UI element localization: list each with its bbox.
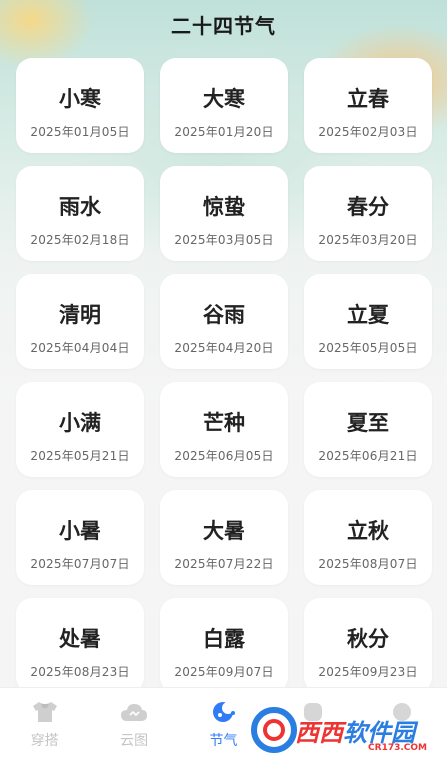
- term-card[interactable]: 小满 2025年05月21日: [16, 382, 144, 477]
- term-card[interactable]: 谷雨 2025年04月20日: [160, 274, 288, 369]
- term-card[interactable]: 惊蛰 2025年03月05日: [160, 166, 288, 261]
- term-card[interactable]: 立夏 2025年05月05日: [304, 274, 432, 369]
- watermark-domain: CR173.COM: [368, 743, 427, 753]
- term-card[interactable]: 秋分 2025年09月23日: [304, 598, 432, 693]
- watermark-logo-icon: [251, 707, 297, 753]
- watermark-brand: 西西: [295, 718, 343, 747]
- term-name: 春分: [347, 195, 389, 219]
- term-name: 立秋: [347, 519, 389, 543]
- term-name: 处暑: [59, 627, 101, 651]
- cloud-icon: [119, 700, 149, 724]
- term-date: 2025年09月07日: [174, 665, 274, 679]
- term-name: 大暑: [203, 519, 245, 543]
- term-card[interactable]: 大寒 2025年01月20日: [160, 58, 288, 153]
- solar-term-icon: [208, 700, 238, 724]
- term-name: 雨水: [59, 195, 101, 219]
- term-date: 2025年01月20日: [174, 125, 274, 139]
- tab-label: 穿搭: [30, 733, 59, 749]
- term-card[interactable]: 立春 2025年02月03日: [304, 58, 432, 153]
- term-name: 谷雨: [203, 303, 245, 327]
- page-title: 二十四节气: [171, 14, 276, 38]
- term-card[interactable]: 小寒 2025年01月05日: [16, 58, 144, 153]
- term-name: 芒种: [203, 411, 245, 435]
- term-date: 2025年07月22日: [174, 557, 274, 571]
- term-card[interactable]: 夏至 2025年06月21日: [304, 382, 432, 477]
- term-date: 2025年01月05日: [30, 125, 130, 139]
- term-card[interactable]: 小暑 2025年07月07日: [16, 490, 144, 585]
- term-name: 夏至: [347, 411, 389, 435]
- term-card[interactable]: 春分 2025年03月20日: [304, 166, 432, 261]
- term-date: 2025年09月23日: [318, 665, 418, 679]
- term-card[interactable]: 白露 2025年09月07日: [160, 598, 288, 693]
- shirt-icon: [30, 700, 60, 724]
- term-date: 2025年07月07日: [30, 557, 130, 571]
- term-name: 立春: [347, 87, 389, 111]
- term-card[interactable]: 雨水 2025年02月18日: [16, 166, 144, 261]
- term-date: 2025年06月05日: [174, 449, 274, 463]
- term-name: 小寒: [59, 87, 101, 111]
- term-date: 2025年05月05日: [318, 341, 418, 355]
- term-name: 大寒: [203, 87, 245, 111]
- solar-terms-grid: 小寒 2025年01月05日 大寒 2025年01月20日 立春 2025年02月03…: [16, 58, 432, 693]
- tab-label: 云图: [120, 733, 149, 749]
- tab-cloud-map[interactable]: 云图: [89, 688, 178, 762]
- term-card[interactable]: 大暑 2025年07月22日: [160, 490, 288, 585]
- term-card[interactable]: 处暑 2025年08月23日: [16, 598, 144, 693]
- tab-label: 节气: [209, 733, 238, 749]
- term-name: 白露: [203, 627, 245, 651]
- term-name: 立夏: [347, 303, 389, 327]
- term-card[interactable]: 立秋 2025年08月07日: [304, 490, 432, 585]
- term-date: 2025年04月20日: [174, 341, 274, 355]
- term-name: 惊蛰: [203, 195, 245, 219]
- term-date: 2025年03月20日: [318, 233, 418, 247]
- term-name: 小暑: [59, 519, 101, 543]
- term-date: 2025年04月04日: [30, 341, 130, 355]
- term-date: 2025年08月23日: [30, 665, 130, 679]
- term-date: 2025年06月21日: [318, 449, 418, 463]
- term-date: 2025年02月03日: [318, 125, 418, 139]
- term-date: 2025年03月05日: [174, 233, 274, 247]
- watermark: 西西软件园 CR173.COM: [249, 705, 439, 755]
- term-card[interactable]: 清明 2025年04月04日: [16, 274, 144, 369]
- term-card[interactable]: 芒种 2025年06月05日: [160, 382, 288, 477]
- term-name: 小满: [59, 411, 101, 435]
- term-date: 2025年05月21日: [30, 449, 130, 463]
- term-name: 清明: [59, 303, 101, 327]
- term-date: 2025年08月07日: [318, 557, 418, 571]
- term-name: 秋分: [347, 627, 389, 651]
- term-date: 2025年02月18日: [30, 233, 130, 247]
- tab-outfit[interactable]: 穿搭: [0, 688, 89, 762]
